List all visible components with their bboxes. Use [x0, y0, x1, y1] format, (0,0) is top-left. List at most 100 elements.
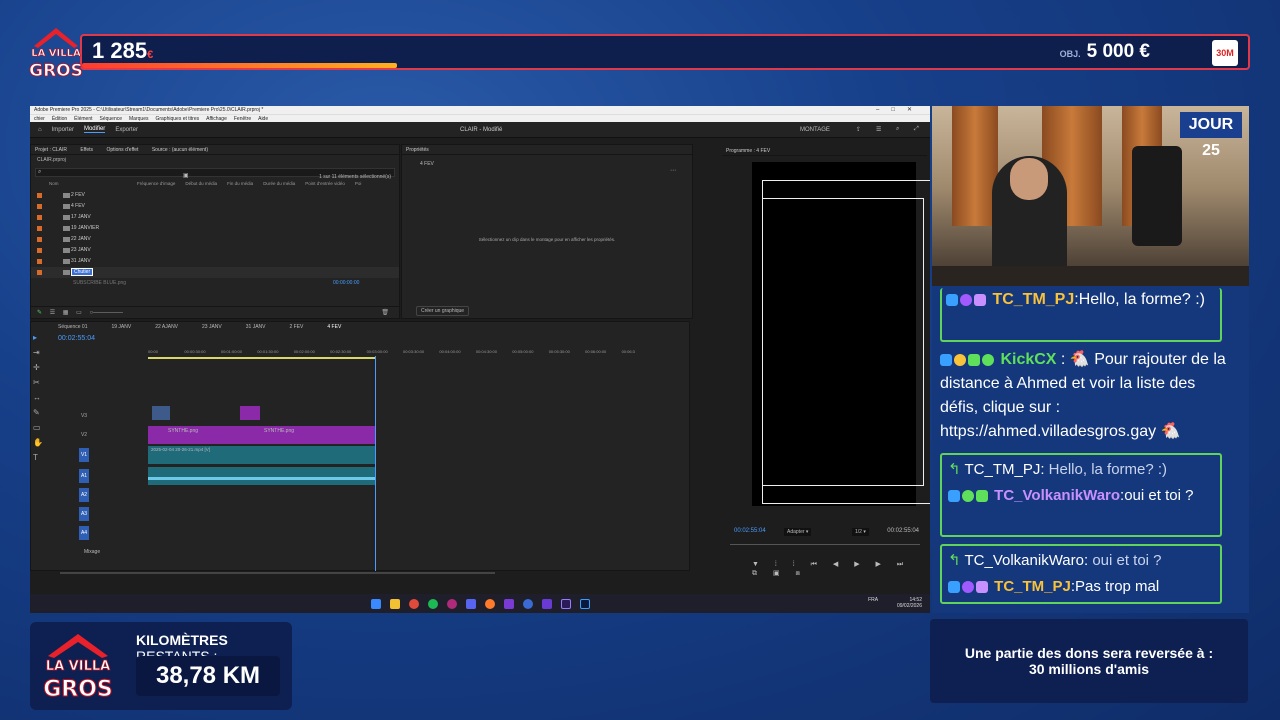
search-icon[interactable]: ⌕	[896, 126, 899, 133]
col-fps[interactable]: Fréquence d'image	[137, 181, 175, 186]
ripple-edit-icon[interactable]: ✛	[33, 360, 43, 375]
list-item[interactable]: 17 JANV	[31, 212, 399, 223]
app-icon[interactable]	[503, 598, 514, 609]
tab-sequence-active[interactable]: 4 FEV	[327, 324, 341, 330]
list-item[interactable]: SUBSCRIBE BLUE.png 00:00:00:00	[31, 278, 399, 289]
premiere-icon[interactable]	[560, 598, 571, 609]
icon-view-icon[interactable]: ▦	[63, 310, 69, 316]
timeline-timecode[interactable]: 00:02:55:04	[58, 335, 95, 342]
menu-item[interactable]: Aide	[258, 116, 268, 122]
window-controls[interactable]: –□✕	[876, 106, 924, 113]
razor-icon[interactable]: ✂	[33, 375, 43, 390]
photoshop-icon[interactable]	[579, 598, 590, 609]
share-icon[interactable]: ⇪	[856, 126, 861, 133]
col-end[interactable]: Fin du média	[227, 181, 253, 186]
properties-title[interactable]: Propriétés	[406, 147, 429, 153]
menu-item[interactable]: Élément	[74, 116, 92, 122]
file-explorer-icon[interactable]	[389, 598, 400, 609]
list-item[interactable]: 4 FEV	[31, 201, 399, 212]
track-select-icon[interactable]: ⇥	[33, 345, 43, 360]
chrome-icon[interactable]	[408, 598, 419, 609]
program-video[interactable]	[752, 162, 930, 506]
menu-item[interactable]: Édition	[52, 116, 67, 122]
workspace-label[interactable]: MONTAGE	[800, 127, 830, 133]
clip-v2[interactable]: SYNTHE.png SYNTHE.png	[148, 426, 376, 444]
new-bin-icon[interactable]: ▣	[183, 172, 189, 179]
menu-item[interactable]: Séquence	[99, 116, 122, 122]
chat-username[interactable]: TC_VolkanikWaro	[994, 487, 1120, 504]
tab-sequence[interactable]: 23 JANV	[202, 324, 222, 330]
windows-start-icon[interactable]	[370, 598, 381, 609]
pen-icon[interactable]: ✎	[33, 405, 43, 420]
app-icon[interactable]	[522, 598, 533, 609]
tab-effects[interactable]: Effets	[80, 147, 93, 153]
tab-sequence[interactable]: 22 AJANV	[155, 324, 178, 330]
track-v3[interactable]: V3	[79, 409, 89, 423]
program-scrubber[interactable]	[730, 544, 920, 545]
clip-a1[interactable]	[148, 467, 376, 485]
work-area-bar[interactable]	[148, 357, 376, 359]
clip-v3[interactable]	[240, 406, 260, 420]
tab-exporter[interactable]: Exporter	[115, 127, 138, 133]
freeform-view-icon[interactable]: ▭	[76, 310, 82, 316]
chat-username[interactable]: TC_TM_PJ	[992, 291, 1074, 308]
maximize-icon[interactable]: ⤢	[914, 126, 919, 133]
col-name[interactable]: Nom	[49, 181, 127, 186]
selection-tool-icon[interactable]: ▸	[33, 330, 43, 345]
col-in[interactable]: Point d'entrée vidéo	[305, 181, 345, 186]
tab-project[interactable]: Projet : CLAIR	[35, 147, 67, 153]
timeline-ruler[interactable]: 00:00 00:00:30:00 00:01:00:00 00:01:30:00 00…	[148, 349, 658, 357]
list-item[interactable]: 31 JANV	[31, 256, 399, 267]
col-start[interactable]: Début du média	[185, 181, 217, 186]
menu-item[interactable]: Fenêtre	[234, 116, 251, 122]
zoom-slider[interactable]: ○───────	[89, 310, 122, 316]
create-graphic-button[interactable]: Créer un graphique	[416, 306, 470, 316]
list-item-selected[interactable]: Chutier	[31, 267, 399, 278]
list-view-icon[interactable]: ☰	[50, 310, 55, 316]
home-icon[interactable]: ⌂	[38, 127, 42, 133]
list-item[interactable]: 23 JANV	[31, 245, 399, 256]
track-v2[interactable]: V2	[79, 428, 89, 442]
rectangle-icon[interactable]: ▭	[33, 420, 43, 435]
track-a2[interactable]: A2	[79, 488, 89, 502]
clip-v1[interactable]: 2025-02-04 20-26-21.mp4 [V]	[148, 446, 376, 464]
chat-username[interactable]: KickCX	[1000, 351, 1056, 368]
more-icon[interactable]: ⋯	[670, 167, 676, 174]
fit-dropdown[interactable]: Adapter ▾	[784, 528, 812, 536]
menu-icon[interactable]: ☰	[876, 126, 881, 133]
timeline-scrollbar[interactable]	[60, 572, 495, 574]
firefox-icon[interactable]	[484, 598, 495, 609]
tab-source[interactable]: Source : (aucun élément)	[152, 147, 208, 153]
discord-icon[interactable]	[465, 598, 476, 609]
system-tray[interactable]: FRA 14:52 09/02/2026	[868, 597, 922, 609]
tab-sequence[interactable]: 19 JANV	[111, 324, 131, 330]
menu-item[interactable]: Marques	[129, 116, 148, 122]
program-title[interactable]: Programme : 4 FEV	[726, 148, 770, 154]
hand-icon[interactable]: ✋	[33, 435, 43, 450]
track-a1[interactable]: A1	[79, 469, 89, 483]
menu-item[interactable]: Graphiques et titres	[155, 116, 199, 122]
track-a4[interactable]: A4	[79, 526, 89, 540]
app-icon[interactable]	[541, 598, 552, 609]
pencil-icon[interactable]: ✎	[37, 310, 42, 316]
menu-item[interactable]: chier	[34, 116, 45, 122]
program-timecode[interactable]: 00:02:55:04	[734, 528, 766, 534]
tab-sequence[interactable]: 31 JANV	[246, 324, 266, 330]
tab-modifier[interactable]: Modifier	[83, 126, 106, 133]
tab-importer[interactable]: Importer	[52, 127, 74, 133]
bin-name-editing[interactable]: Chutier	[71, 268, 94, 276]
chat-username[interactable]: TC_TM_PJ	[994, 578, 1071, 595]
list-item[interactable]: 19 JANVIER	[31, 223, 399, 234]
playhead[interactable]	[375, 356, 376, 571]
list-item[interactable]: 22 JANV	[31, 234, 399, 245]
tab-sequence[interactable]: Séquence 01	[58, 324, 87, 330]
track-v1[interactable]: V1	[79, 448, 89, 462]
type-icon[interactable]: T	[33, 450, 43, 465]
menu-item[interactable]: Affichage	[206, 116, 227, 122]
col-poi[interactable]: Poi	[355, 181, 362, 186]
tab-effect-options[interactable]: Options d'effet	[106, 147, 138, 153]
tab-sequence[interactable]: 2 FEV	[289, 324, 303, 330]
delete-icon[interactable]: 🗑	[381, 307, 389, 319]
clip-v3[interactable]	[152, 406, 170, 420]
list-item[interactable]: 2 FEV	[31, 190, 399, 201]
